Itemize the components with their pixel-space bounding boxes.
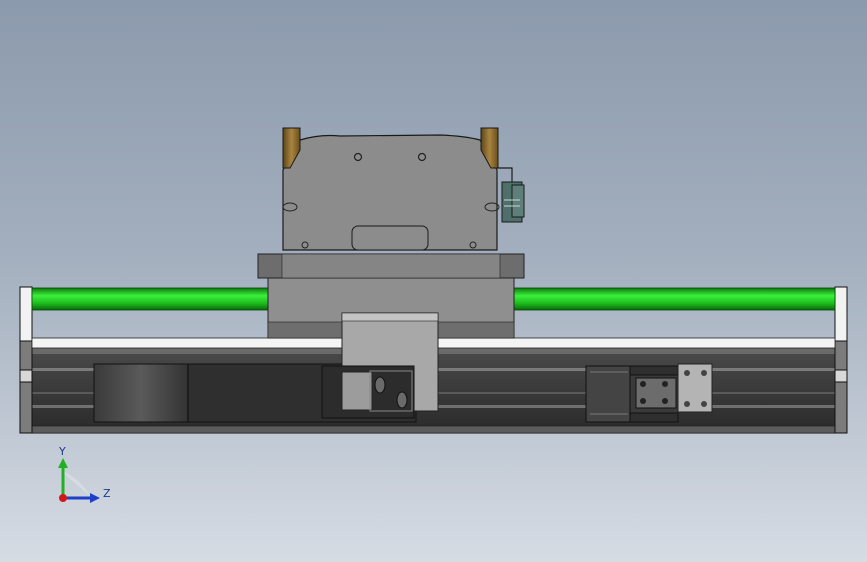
guide-rod-left[interactable] — [31, 287, 269, 311]
graphics-viewport[interactable]: Y Z — [0, 0, 867, 562]
triad-origin — [59, 494, 67, 502]
sensor-module[interactable] — [497, 167, 525, 223]
z-axis-label: Z — [103, 487, 111, 500]
end-bracket-right[interactable] — [834, 286, 848, 434]
z-axis-arrow — [63, 493, 100, 503]
y-axis-arrow — [58, 458, 68, 498]
guide-rod-right[interactable] — [513, 287, 836, 311]
cad-model-view[interactable]: Y Z — [0, 0, 867, 562]
y-axis-label: Y — [58, 445, 66, 458]
end-bracket-left[interactable] — [19, 286, 33, 434]
coordinate-triad: Y Z — [58, 445, 111, 503]
gripper-body[interactable] — [282, 134, 500, 251]
